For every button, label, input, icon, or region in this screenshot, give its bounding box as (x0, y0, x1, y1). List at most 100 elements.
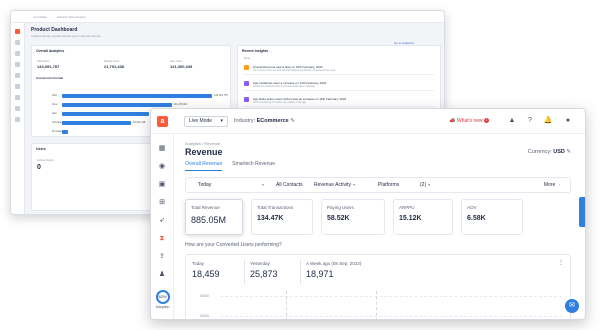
reports-icon[interactable] (15, 106, 20, 111)
back-sidebar (11, 23, 25, 214)
insight-item[interactable]: App install has seen a increase on 14th … (244, 79, 434, 91)
back-industry[interactable]: Industry: ECommerce (57, 15, 86, 19)
logo-icon (15, 29, 20, 34)
perf-today: Today 18,459 (192, 261, 220, 279)
back-topbar: Live Mode Industry: ECommerce (11, 11, 444, 23)
insights-new-label: New (244, 56, 251, 60)
export-icon[interactable]: ⇪ (157, 252, 167, 262)
funnel-title: Conversion Funnel (36, 76, 64, 80)
layout-icon[interactable] (15, 84, 20, 89)
platforms-count[interactable]: (2) ▾ (420, 182, 430, 188)
bell-icon[interactable]: 🔔 (543, 116, 553, 126)
whats-new-count: 1 (484, 118, 489, 124)
megaphone-icon: 📣 (449, 118, 456, 124)
funnel-bar[interactable] (62, 112, 149, 116)
home-icon[interactable] (15, 40, 20, 45)
back-page-subtitle: Analyse all key metrics across your cust… (31, 34, 101, 38)
funnel-bar[interactable] (62, 94, 212, 98)
period-filter[interactable]: Today (198, 182, 211, 188)
more-menu-icon[interactable]: ⋮ (558, 259, 564, 266)
funnel-bar[interactable] (62, 121, 131, 125)
brand-logo[interactable]: a (157, 116, 168, 127)
pencil-icon[interactable]: ✎ (290, 118, 295, 124)
gridline (220, 316, 562, 317)
app-icon (244, 97, 249, 102)
back-page-title: Product Dashboard (31, 27, 78, 33)
revenue-window: a Live Mode ▾ Industry: ECommerce ✎ 📣 Wha… (150, 108, 586, 320)
platforms-filter[interactable]: Platforms (378, 182, 399, 188)
funnel-value: 101,238,901 (173, 103, 188, 106)
kpi-new-users: New Users 121,300,349 (170, 60, 193, 69)
breadcrumb[interactable]: Analytics / Revenue (185, 141, 220, 146)
adoption-widget[interactable]: 82% Adoption (153, 290, 172, 309)
section-question: How are your Converted Users performing? (185, 242, 282, 248)
marker-line (286, 291, 287, 319)
help-icon[interactable]: ? (525, 116, 535, 126)
card-title: Recent Insights (242, 49, 269, 53)
kpi-arppu[interactable]: ARPPU 15.12K (393, 199, 453, 235)
funnel-bar[interactable] (62, 130, 68, 134)
divider (300, 259, 301, 285)
industry-selector[interactable]: Industry: ECommerce ✎ (234, 118, 295, 124)
back-mode[interactable]: Live Mode (33, 15, 47, 19)
tab-overall-revenue[interactable]: Overall Revenue (185, 161, 223, 171)
page-title: Revenue (185, 147, 223, 157)
rocket-icon[interactable] (15, 95, 20, 100)
users-card: Users Active Users 0 (31, 143, 156, 211)
adoption-label: Adoption (155, 305, 170, 309)
contacts-icon[interactable]: ▣ (157, 180, 167, 190)
y-tick: 2000 (200, 313, 209, 318)
person-icon[interactable] (15, 117, 20, 122)
kpi-paying-users[interactable]: Paying Users 58.52K (321, 199, 385, 235)
campaign-icon[interactable] (15, 73, 20, 78)
kpi-weekly-users: Weekly Users 21,791,438 (104, 60, 125, 69)
alert-icon (244, 65, 249, 70)
analytics-icon[interactable] (15, 51, 20, 56)
pencil-icon[interactable]: ✎ (566, 149, 571, 155)
top-bar: a Live Mode ▾ Industry: ECommerce ✎ 📣 Wha… (151, 109, 585, 134)
perf-yesterday: Yesterday 25,873 (250, 261, 278, 279)
whats-new-button[interactable]: 📣 What's new 1 (449, 118, 489, 124)
sidebar: ▦ ◉ ▣ ⊞ ➶ ⧗ ⇪ ♟ 82% Adoption (151, 134, 174, 319)
converted-users-card: Today 18,459 Yesterday 25,873 A Week ago (… (185, 254, 571, 319)
warning-icon[interactable]: ▲ (507, 116, 517, 126)
gridline (220, 296, 562, 297)
activity-filter[interactable]: Revenue Activity ▾ (314, 182, 355, 188)
mode-select[interactable]: Live Mode ▾ (184, 116, 228, 127)
layout-icon[interactable]: ⊞ (157, 198, 167, 208)
chevron-down-icon: ▾ (428, 182, 431, 187)
card-title: Overall Analytics (36, 49, 65, 53)
tab-smartech-revenue[interactable]: Smartech Revenue (232, 161, 275, 171)
screenshot-stage: Live Mode Industry: ECommerce Product Da… (0, 0, 600, 330)
funnel-label: Visit (52, 94, 57, 97)
feedback-tab[interactable] (579, 197, 585, 227)
chat-icon[interactable]: ✉ (565, 299, 579, 313)
person-icon[interactable]: ♟ (157, 270, 167, 280)
kpi-total-transactions[interactable]: Total Transactions 134.47K (251, 199, 313, 235)
currency-selector[interactable]: Currency: USD ✎ (528, 149, 571, 155)
kpi-aov[interactable]: AOV 6.58K (461, 199, 523, 235)
adoption-ring: 82% (155, 290, 170, 304)
app-icon (244, 81, 249, 86)
contacts-filter[interactable]: All Contacts (276, 182, 303, 188)
active-users-label: Active Users (37, 158, 54, 162)
rocket-icon[interactable]: ➶ (157, 216, 167, 226)
funnel-label: Add (52, 112, 57, 115)
analytics-icon[interactable]: ⧗ (157, 234, 167, 244)
marker-line (376, 291, 377, 319)
insight-item[interactable]: App Daily active users (DAU) saw an incr… (244, 95, 434, 107)
more-filters-button[interactable]: More › (544, 182, 560, 188)
active-users-value: 0 (37, 164, 41, 171)
dashboard-icon[interactable]: ▦ (157, 144, 167, 154)
kpi-total-revenue[interactable]: Total Revenue 885.05M (185, 199, 243, 235)
kpi-total-users: Total Users 143,091,787 (37, 60, 60, 69)
chevron-right-icon: › (558, 182, 560, 187)
insight-item[interactable]: Overall Revenue saw a drop on 10th Febru… (244, 63, 434, 75)
kpi-row: Total Revenue 885.05M Total Transactions 1… (185, 199, 571, 237)
chevron-down-icon[interactable]: ▾ (260, 182, 264, 188)
megaphone-icon[interactable]: ◉ (157, 162, 167, 172)
funnel-bar[interactable] (62, 103, 172, 107)
users-icon[interactable] (15, 62, 20, 67)
chevron-down-icon: ▾ (352, 182, 355, 187)
user-avatar-icon[interactable]: ● (563, 116, 573, 126)
